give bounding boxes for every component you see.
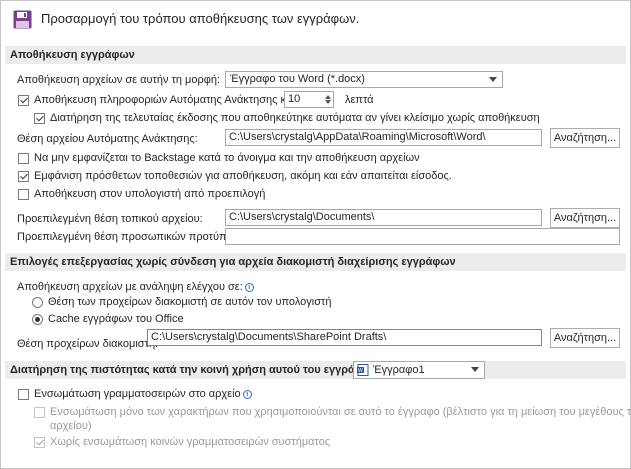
save-format-value: Έγγραφο του Word (*.docx) bbox=[230, 73, 365, 85]
no-common-fonts-label: Χωρίς ενσωμάτωση κοινών γραμματοσειρών σ… bbox=[50, 436, 331, 448]
save-format-dropdown[interactable]: Έγγραφο του Word (*.docx) bbox=[225, 71, 503, 88]
show-additional-places-label: Εμφάνιση πρόσθετων τοποθεσιών για αποθήκ… bbox=[34, 170, 452, 182]
word-options-save-panel: Προσαρμογή του τρόπου αποθήκευσης των εγ… bbox=[0, 0, 631, 469]
default-local-browse-button[interactable]: Αναζήτηση... bbox=[550, 208, 620, 228]
spin-down-icon[interactable] bbox=[325, 100, 331, 104]
fidelity-document-dropdown[interactable]: W Έγγραφο1 bbox=[353, 361, 485, 379]
office-cache-radio[interactable] bbox=[32, 314, 43, 325]
keep-last-version-checkbox[interactable] bbox=[34, 113, 45, 124]
info-icon: i bbox=[244, 283, 254, 292]
save-computer-default-label: Αποθήκευση στον υπολογιστή από προεπιλογ… bbox=[34, 188, 266, 200]
keep-last-version-label: Διατήρηση της τελευταίας έκδοσης που απο… bbox=[50, 112, 540, 124]
default-templates-location-input[interactable] bbox=[225, 228, 620, 245]
section-header-offline-editing: Επιλογές επεξεργασίας χωρίς σύνδεση για … bbox=[5, 253, 626, 271]
fidelity-document-value: Έγγραφο1 bbox=[373, 364, 425, 376]
default-templates-location-label: Προεπιλεγμένη θέση προσωπικών προτύπων: bbox=[17, 231, 244, 243]
office-cache-label: Cache εγγράφων του Office bbox=[48, 313, 184, 325]
embed-only-used-label-line1: Ενσωμάτωση μόνο των χαρακτήρων που χρησι… bbox=[50, 406, 631, 418]
minutes-label: λεπτά bbox=[345, 94, 374, 106]
autorecover-browse-button[interactable]: Αναζήτηση... bbox=[550, 128, 620, 148]
info-icon: i bbox=[242, 390, 252, 399]
svg-text:W: W bbox=[358, 368, 363, 374]
word-document-icon: W bbox=[357, 364, 369, 376]
chevron-down-icon bbox=[471, 367, 479, 372]
autorecover-label: Αποθήκευση πληροφοριών Αυτόματης Ανάκτησ… bbox=[34, 94, 304, 106]
save-checked-out-text: Αποθήκευση αρχείων με ανάληψη ελέγχου σε… bbox=[17, 281, 243, 293]
embed-only-used-checkbox[interactable] bbox=[34, 407, 45, 418]
autorecover-location-input[interactable]: C:\Users\crystalg\AppData\Roaming\Micros… bbox=[225, 129, 542, 146]
section-header-save-documents: Αποθήκευση εγγράφων bbox=[5, 46, 626, 64]
server-drafts-label: Θέση των προχείρων διακομιστή σε αυτόν τ… bbox=[48, 296, 332, 308]
embed-fonts-checkbox[interactable] bbox=[18, 389, 29, 400]
show-additional-places-checkbox[interactable] bbox=[18, 171, 29, 182]
autorecover-minutes-input[interactable]: 10 bbox=[284, 91, 334, 108]
no-backstage-label: Να μην εμφανίζεται το Backstage κατά το … bbox=[34, 152, 420, 164]
drafts-location-label: Θέση προχείρων διακομιστή: bbox=[17, 338, 159, 350]
save-format-label: Αποθήκευση αρχείων σε αυτήν τη μορφή: bbox=[17, 74, 221, 86]
no-common-fonts-checkbox[interactable] bbox=[34, 437, 45, 448]
spin-up-icon[interactable] bbox=[325, 95, 331, 99]
default-local-location-input[interactable]: C:\Users\crystalg\Documents\ bbox=[225, 209, 542, 226]
save-checked-out-label: Αποθήκευση αρχείων με ανάληψη ελέγχου σε… bbox=[17, 281, 254, 293]
save-floppy-icon bbox=[13, 10, 32, 29]
autorecover-location-label: Θέση αρχείου Αυτόματης Ανάκτησης: bbox=[17, 133, 198, 145]
drafts-browse-button[interactable]: Αναζήτηση... bbox=[550, 328, 620, 348]
no-backstage-checkbox[interactable] bbox=[18, 153, 29, 164]
embed-fonts-label: Ενσωμάτωση γραμματοσειρών στο αρχείο i bbox=[34, 388, 252, 400]
embed-fonts-text: Ενσωμάτωση γραμματοσειρών στο αρχείο bbox=[34, 388, 241, 400]
autorecover-minutes-value: 10 bbox=[288, 93, 301, 105]
embed-only-used-label-line2: αρχείου) bbox=[50, 420, 92, 432]
chevron-down-icon bbox=[489, 77, 497, 82]
autorecover-checkbox[interactable] bbox=[18, 95, 29, 106]
page-title: Προσαρμογή του τρόπου αποθήκευσης των εγ… bbox=[41, 11, 360, 26]
default-local-location-label: Προεπιλεγμένη θέση τοπικού αρχείου: bbox=[17, 213, 203, 225]
server-drafts-radio[interactable] bbox=[32, 297, 43, 308]
save-computer-default-checkbox[interactable] bbox=[18, 189, 29, 200]
drafts-location-input[interactable]: C:\Users\crystalg\Documents\SharePoint D… bbox=[147, 329, 542, 346]
drafts-location-value: C:\Users\crystalg\Documents\SharePoint D… bbox=[151, 331, 387, 343]
section-header-fidelity: Διατήρηση της πιστότητας κατά την κοινή … bbox=[5, 361, 626, 379]
